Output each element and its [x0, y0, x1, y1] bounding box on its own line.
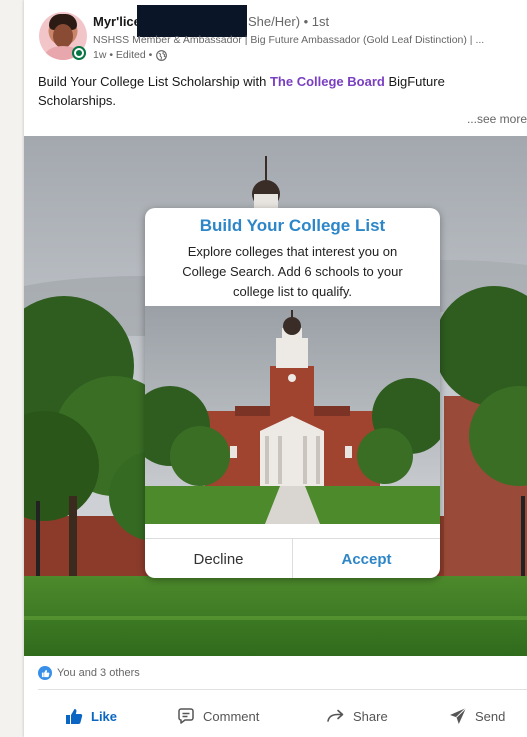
post-meta-text: 1w • Edited • — [93, 49, 153, 61]
accept-button[interactable]: Accept — [293, 539, 440, 578]
post-actions-bar: Like Comment Share Send — [24, 698, 527, 734]
send-label: Send — [475, 708, 506, 724]
post-text: Build Your College List Scholarship with… — [38, 72, 518, 110]
feed-post-card: Myr'lice She/Her) • 1st NSHSS Member & A… — [24, 0, 527, 737]
redaction-box — [137, 5, 247, 37]
modal-title: Build Your College List — [199, 216, 386, 235]
reactions-text: You and 3 others — [57, 667, 140, 679]
post-text-before-link: Build Your College List Scholarship with — [38, 74, 270, 89]
author-headline: NSHSS Member & Ambassador | Big Future A… — [93, 34, 485, 46]
comment-label: Comment — [203, 708, 260, 724]
reactions-summary[interactable]: You and 3 others — [38, 666, 140, 680]
like-button[interactable]: Like — [64, 698, 117, 734]
post-image[interactable]: Build Your College List Explore colleges… — [24, 136, 527, 656]
like-reaction-icon — [38, 666, 52, 680]
share-button[interactable]: Share — [326, 698, 388, 734]
modal-body: Explore colleges that interest you on Co… — [182, 244, 403, 299]
post-meta: 1w • Edited • — [93, 49, 168, 61]
modal-campus-image — [145, 306, 440, 524]
see-more-link[interactable]: ...see more — [467, 112, 527, 126]
actions-divider — [38, 689, 527, 690]
like-label: Like — [91, 708, 118, 724]
online-status-icon — [72, 46, 86, 60]
modal-actions: Decline Accept — [145, 538, 440, 578]
globe-icon — [156, 49, 168, 61]
scholarship-modal: Build Your College List Explore colleges… — [145, 208, 440, 578]
like-icon — [66, 709, 83, 724]
decline-button[interactable]: Decline — [145, 539, 293, 578]
share-icon — [327, 709, 344, 722]
author-pronouns: She/Her) • 1st — [248, 14, 330, 29]
share-label: Share — [353, 708, 388, 724]
author-name[interactable]: Myr'lice — [93, 14, 141, 29]
send-icon — [450, 707, 467, 724]
comment-button[interactable]: Comment — [176, 698, 259, 734]
college-board-link[interactable]: The College Board — [270, 74, 385, 89]
send-button[interactable]: Send — [448, 698, 505, 734]
comment-icon — [178, 708, 194, 724]
